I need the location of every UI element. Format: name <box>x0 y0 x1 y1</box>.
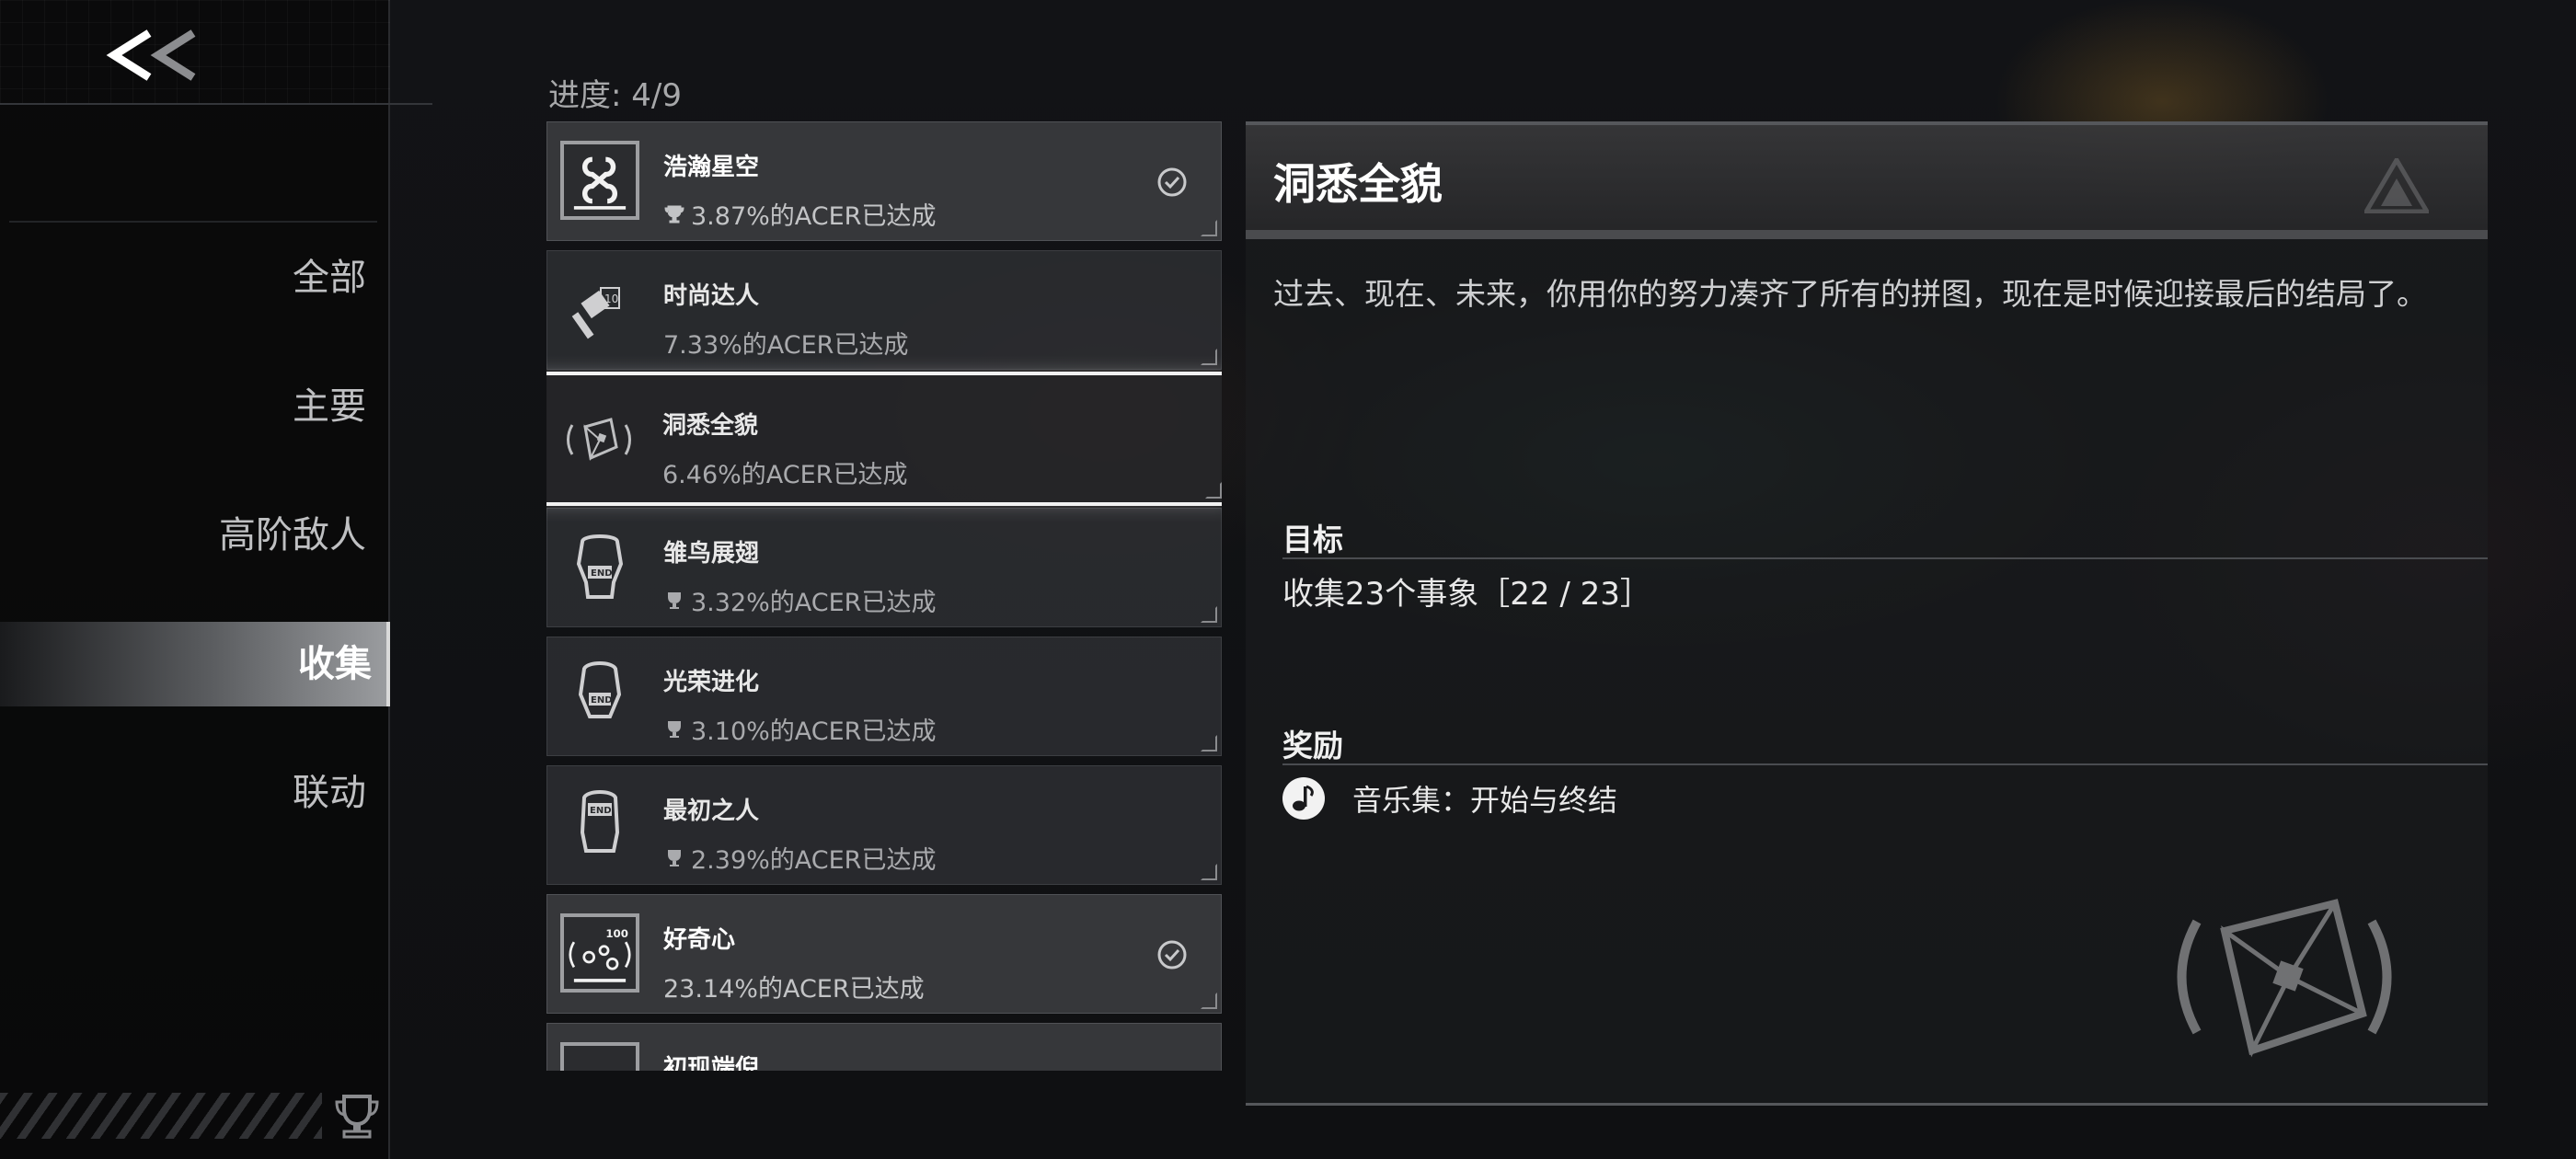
check-circle-icon <box>1157 167 1187 197</box>
detail-header: 洞悉全貌 <box>1246 125 2488 239</box>
goal-text: 收集23个事象［22 / 23］ <box>1282 576 1651 613</box>
achievement-card[interactable]: 10 时尚达人 7.33%的ACER已达成 <box>546 250 1222 370</box>
music-note-icon <box>1282 777 1325 820</box>
achievement-rate: 3.32%的ACER已达成 <box>691 589 937 617</box>
detail-description: 过去、现在、未来，你用你的努力凑齐了所有的拼图，现在是时候迎接最后的结局了。 <box>1273 276 2427 312</box>
reward-divider <box>1282 763 2488 765</box>
trophy-icon <box>668 720 681 738</box>
character-end-icon: END <box>560 527 639 606</box>
goal-heading: 目标 <box>1282 522 1343 557</box>
achievement-card-selected[interactable]: 洞悉全貌 6.46%的ACER已达成 <box>546 372 1222 506</box>
double-chevron-left-icon <box>106 29 196 81</box>
nav-item-main[interactable]: 主要 <box>6 364 374 449</box>
game-screen: 全部 主要 高阶敌人 收集 联动 进度: 4/9 浩瀚星空 3.87%的ACER… <box>0 0 2576 1159</box>
nav-item-collab[interactable]: 联动 <box>6 751 374 835</box>
svg-text:100: 100 <box>605 927 628 940</box>
check-circle-icon <box>1157 940 1187 970</box>
sidebar-divider-2 <box>9 221 377 223</box>
puzzle-frame-icon <box>2177 899 2392 1058</box>
trophy-icon <box>668 591 681 609</box>
unknown-icon <box>560 1042 639 1071</box>
achievement-detail-panel: 洞悉全貌 过去、现在、未来，你用你的努力凑齐了所有的拼图，现在是时候迎接最后的结… <box>1246 121 2488 1106</box>
achievement-card[interactable]: END 雏鸟展翅 3.32%的ACER已达成 <box>546 508 1222 627</box>
achievement-rate: 6.46%的ACER已达成 <box>662 461 908 489</box>
reward-heading: 奖励 <box>1282 728 1343 763</box>
svg-text:END: END <box>591 695 613 706</box>
detail-title: 洞悉全貌 <box>1273 159 1443 209</box>
achievement-name: 最初之人 <box>663 798 760 825</box>
nav-item-all[interactable]: 全部 <box>6 235 374 320</box>
achievement-rate: 7.33%的ACER已达成 <box>663 331 909 360</box>
progress-indicator: 进度: 4/9 <box>548 70 682 115</box>
svg-text:END: END <box>591 568 613 579</box>
achievement-list[interactable]: 浩瀚星空 3.87%的ACER已达成 10 时尚达人 7.33%的ACER已达成… <box>546 121 1222 1071</box>
reward-text: 音乐集：开始与终结 <box>1352 783 1618 818</box>
achievement-name: 时尚达人 <box>663 282 760 310</box>
nav-item-collection[interactable]: 收集 <box>0 622 390 706</box>
achievement-name: 好奇心 <box>663 926 736 954</box>
goal-divider <box>1282 557 2488 559</box>
achievement-name: 初现端倪 <box>663 1055 760 1071</box>
achievement-name: 雏鸟展翅 <box>663 540 760 568</box>
achievement-rate: 3.10%的ACER已达成 <box>691 717 937 746</box>
category-sidebar: 全部 主要 高阶敌人 收集 联动 <box>0 0 432 1159</box>
achievement-card[interactable]: END 最初之人 2.39%的ACER已达成 <box>546 765 1222 885</box>
achievement-name: 浩瀚星空 <box>663 154 760 181</box>
character-end-icon: END <box>560 656 639 735</box>
achievement-rate: 23.14%的ACER已达成 <box>663 975 925 1004</box>
trophy-icon[interactable] <box>331 1091 383 1142</box>
reward-item[interactable]: 音乐集：开始与终结 <box>1281 775 1617 822</box>
chain-link-icon <box>560 141 639 220</box>
curiosity-100-icon: 100 <box>560 913 639 993</box>
svg-text:END: END <box>590 806 612 816</box>
svg-text:10: 10 <box>604 293 618 305</box>
progress-label: 进度: <box>548 77 622 114</box>
hatch-decoration <box>0 1093 322 1139</box>
trophy-icon <box>668 849 681 866</box>
progress-value: 4/9 <box>631 77 682 114</box>
achievement-name: 光荣进化 <box>663 669 760 696</box>
achievement-card[interactable]: 100 好奇心 23.14%的ACER已达成 <box>546 894 1222 1014</box>
achievement-card[interactable]: 初现端倪 <box>546 1023 1222 1071</box>
sidebar-divider <box>0 103 432 105</box>
achievement-card[interactable]: END 光荣进化 3.10%的ACER已达成 <box>546 637 1222 756</box>
achievement-rate: 3.87%的ACER已达成 <box>691 202 937 231</box>
achievement-card[interactable]: 浩瀚星空 3.87%的ACER已达成 <box>546 121 1222 241</box>
achievement-name: 洞悉全貌 <box>662 412 759 440</box>
puzzle-frame-icon <box>559 399 638 478</box>
character-end-icon: END <box>560 785 639 864</box>
trophy-icon <box>664 205 684 223</box>
achievement-rate: 2.39%的ACER已达成 <box>691 846 937 875</box>
nav-item-elite-enemies[interactable]: 高阶敌人 <box>6 493 374 578</box>
hammer-icon: 10 <box>560 270 639 349</box>
logo-icon <box>2364 158 2429 213</box>
back-button[interactable] <box>101 20 212 94</box>
